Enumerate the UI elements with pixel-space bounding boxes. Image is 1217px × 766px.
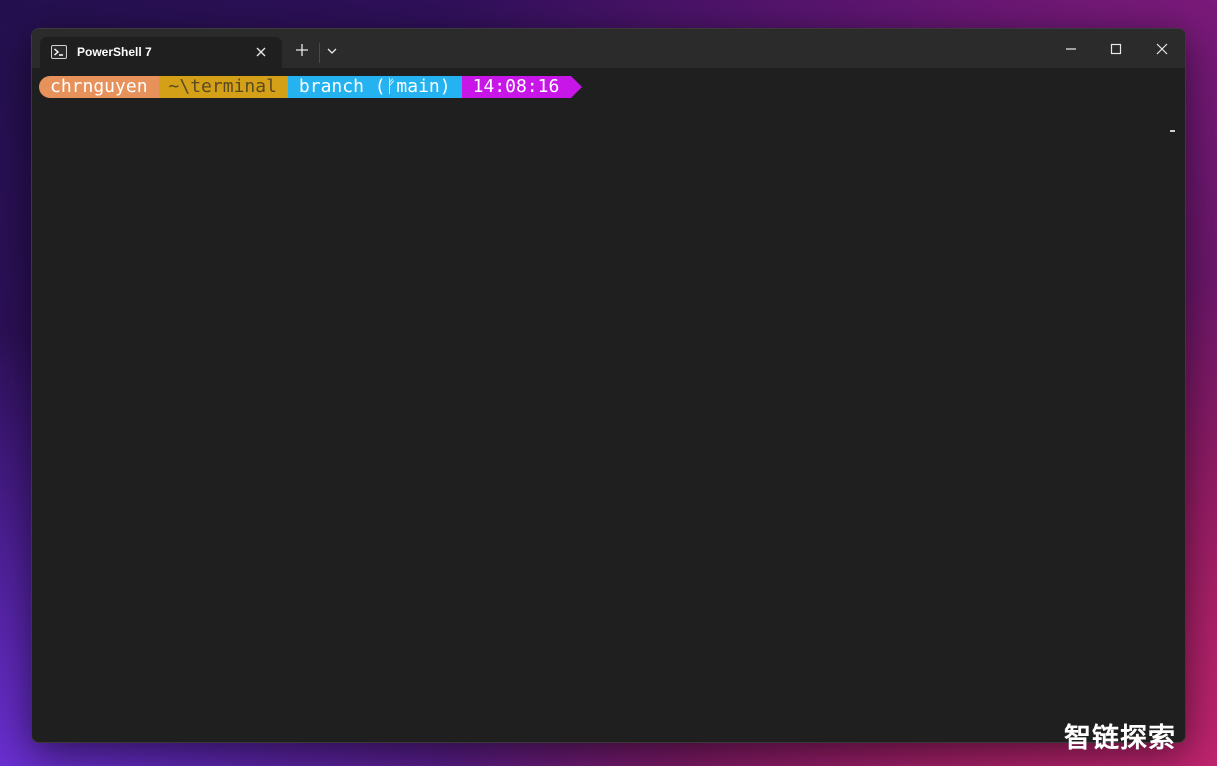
scrollbar-marker[interactable] — [1170, 130, 1175, 132]
shell-prompt: chrnguyen ~\terminal branch (ᚠmain) 14:0… — [39, 76, 583, 98]
chevron-down-icon[interactable] — [325, 45, 339, 57]
prompt-user: chrnguyen — [39, 76, 159, 98]
plus-icon[interactable] — [294, 42, 310, 58]
tab-divider — [319, 43, 320, 63]
maximize-icon[interactable] — [1106, 39, 1126, 59]
powershell-icon — [51, 45, 67, 59]
tab-powershell[interactable]: PowerShell 7 — [40, 37, 282, 68]
minimize-icon[interactable] — [1061, 39, 1081, 59]
prompt-path: ~\terminal — [158, 76, 288, 98]
close-icon[interactable] — [1152, 39, 1172, 59]
prompt-arrow-icon — [571, 76, 583, 98]
prompt-time: 14:08:16 — [461, 76, 572, 98]
prompt-branch: branch (ᚠmain) — [287, 76, 462, 98]
title-bar[interactable]: PowerShell 7 — [32, 29, 1185, 68]
terminal-window: PowerShell 7 chrnguyen ~\terminal branch… — [31, 28, 1186, 743]
terminal-content[interactable]: chrnguyen ~\terminal branch (ᚠmain) 14:0… — [32, 68, 1185, 742]
tab-title: PowerShell 7 — [77, 45, 152, 59]
tab-close-icon[interactable] — [253, 44, 269, 60]
watermark-logo: 智链探索 — [1064, 723, 1176, 754]
